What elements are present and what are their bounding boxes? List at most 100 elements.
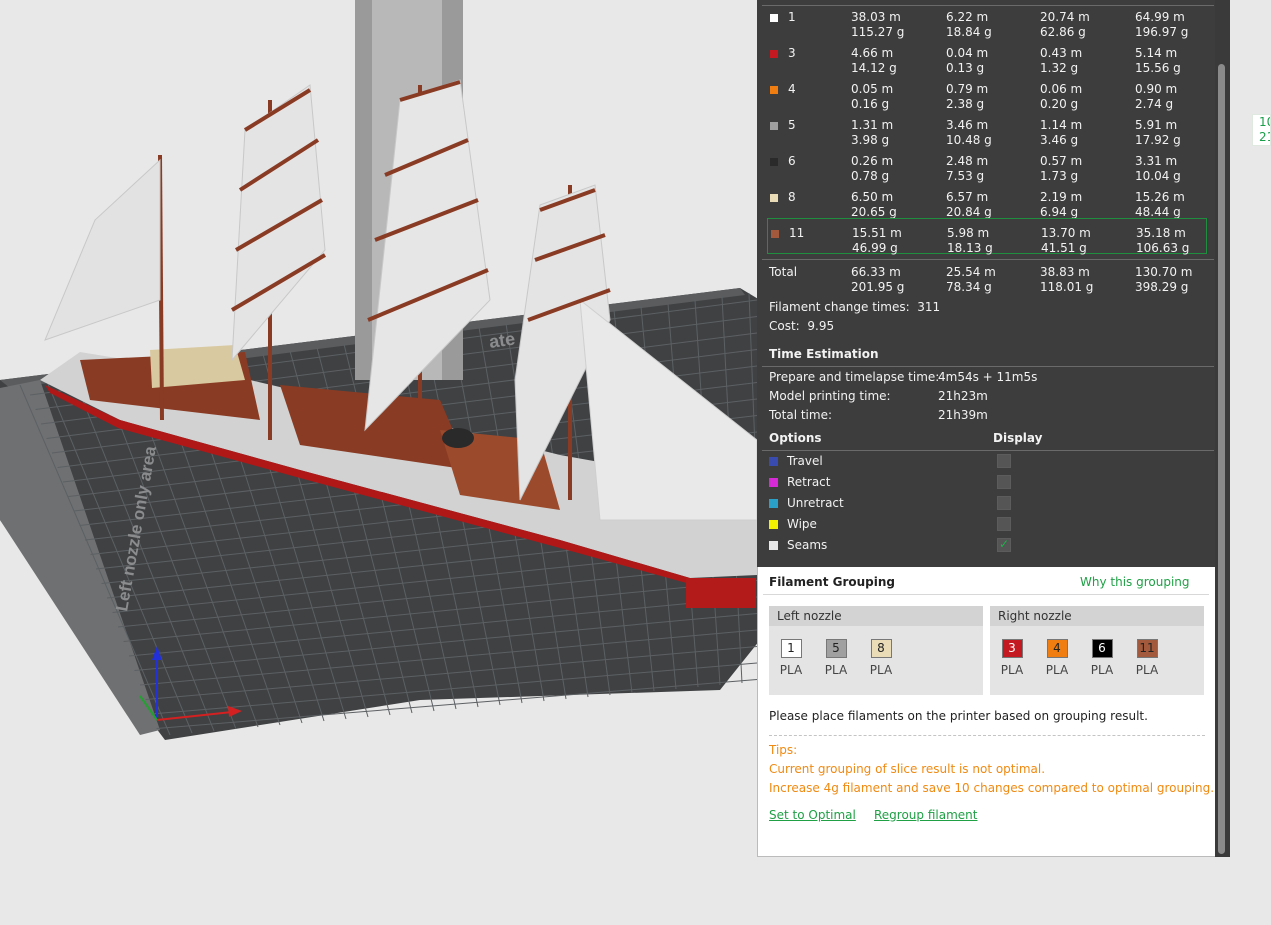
- filament-swatch: [771, 230, 779, 238]
- time-divider: [762, 366, 1214, 367]
- filament-length: 0.57 m: [1040, 154, 1083, 168]
- filament-length: 3.31 m: [1135, 154, 1178, 168]
- tips-title: Tips:: [769, 743, 798, 757]
- scene-svg: Left nozzle only area ate: [0, 0, 757, 740]
- filament-cell-c4: 5.14 m 15.56 g: [1135, 46, 1181, 76]
- filament-id: 6: [788, 154, 796, 168]
- filament-length: 6.57 m: [946, 190, 989, 204]
- filament-cell-c2: 3.46 m 10.48 g: [946, 118, 992, 148]
- filament-length: 2.48 m: [946, 154, 989, 168]
- grouped-filament-4[interactable]: 4 PLA: [1037, 639, 1077, 677]
- wipe-display-checkbox[interactable]: [997, 517, 1011, 531]
- grouped-filament-5[interactable]: 5 PLA: [816, 639, 856, 677]
- filament-weight: 2.74 g: [1135, 97, 1174, 111]
- grouped-filament-8[interactable]: 8 PLA: [861, 639, 901, 677]
- filament-swatch: [770, 158, 778, 166]
- 3d-viewport[interactable]: Left nozzle only area ate: [0, 0, 757, 925]
- filament-length: 0.79 m: [946, 82, 989, 96]
- filament-cell-c4: 35.18 m 106.63 g: [1136, 226, 1189, 256]
- slice-stats-panel: 1 38.03 m 115.27 g 6.22 m 18.84 g 20.74 m 62.8…: [757, 0, 1215, 567]
- filament-weight: 46.99 g: [852, 241, 898, 255]
- filament-cell-c4: 0.90 m 2.74 g: [1135, 82, 1177, 112]
- panel-scrollbar-thumb[interactable]: [1218, 64, 1225, 854]
- retract-display-checkbox[interactable]: [997, 475, 1011, 489]
- retract-label: Retract: [787, 475, 831, 489]
- filament-cell-c3: 0.43 m 1.32 g: [1040, 46, 1082, 76]
- filament-id: 1: [788, 10, 796, 24]
- unretract-label: Unretract: [787, 496, 844, 510]
- grouped-filament-11[interactable]: 11 PLA: [1127, 639, 1167, 677]
- filament-chip: 1: [780, 639, 802, 658]
- filament-chip: 3: [1001, 639, 1023, 658]
- options-divider: [762, 450, 1214, 451]
- sail-1: [44, 158, 161, 341]
- filament-length: 15.51 m: [852, 226, 902, 240]
- total-c2-wt: 78.34 g: [946, 280, 992, 294]
- regroup-filament-link[interactable]: Regroup filament: [874, 808, 977, 822]
- right-nozzle-header: Right nozzle: [990, 606, 1204, 626]
- filament-weight: 18.13 g: [947, 241, 993, 255]
- filament-chip: 6: [1091, 639, 1113, 658]
- option-travel: Travel: [769, 453, 1209, 471]
- filament-swatch: [770, 50, 778, 58]
- filament-row-11[interactable]: 11 15.51 m 46.99 g 5.98 m 18.13 g 13.70 m 41.5…: [767, 218, 1207, 256]
- prepare-time-value: 4m54s + 11m5s: [938, 370, 1038, 384]
- option-wipe: Wipe: [769, 516, 1209, 534]
- filament-row-1[interactable]: 1 38.03 m 115.27 g 6.22 m 18.84 g 20.74 m 62.8…: [767, 7, 1207, 41]
- filament-row-5[interactable]: 5 1.31 m 3.98 g 3.46 m 10.48 g 1.14 m 3.46 g 5.…: [767, 115, 1207, 149]
- filament-weight: 10.04 g: [1135, 169, 1181, 183]
- filament-cell-c3: 20.74 m 62.86 g: [1040, 10, 1090, 40]
- panel-scrollbar[interactable]: [1215, 0, 1230, 857]
- unretract-display-checkbox[interactable]: [997, 496, 1011, 510]
- option-seams: Seams ✓: [769, 537, 1209, 555]
- filament-length: 1.14 m: [1040, 118, 1083, 132]
- total-c3-wt: 118.01 g: [1040, 280, 1094, 294]
- filament-cell-c3: 0.57 m 1.73 g: [1040, 154, 1082, 184]
- travel-display-checkbox[interactable]: [997, 454, 1011, 468]
- filament-cell-c2: 6.57 m 20.84 g: [946, 190, 992, 220]
- grouping-divider: [763, 594, 1209, 595]
- set-to-optimal-link[interactable]: Set to Optimal: [769, 808, 856, 822]
- filament-material: PLA: [1000, 663, 1024, 677]
- retract-color-swatch: [769, 478, 778, 487]
- filament-cell-c2: 2.48 m 7.53 g: [946, 154, 988, 184]
- filament-length: 6.50 m: [851, 190, 894, 204]
- filament-length: 13.70 m: [1041, 226, 1091, 240]
- filament-length: 5.14 m: [1135, 46, 1178, 60]
- right-nozzle-label: Right nozzle: [998, 609, 1072, 623]
- filament-cell-c1: 6.50 m 20.65 g: [851, 190, 897, 220]
- filament-length: 0.06 m: [1040, 82, 1083, 96]
- grouped-filament-1[interactable]: 1 PLA: [771, 639, 811, 677]
- ship-funnel: [442, 428, 474, 448]
- filament-length: 4.66 m: [851, 46, 894, 60]
- seams-display-checkbox[interactable]: ✓: [997, 537, 1011, 552]
- filament-material: PLA: [1045, 663, 1069, 677]
- filament-swatch: [770, 122, 778, 130]
- filament-length: 1.31 m: [851, 118, 894, 132]
- filament-cell-c1: 1.31 m 3.98 g: [851, 118, 893, 148]
- filament-weight: 115.27 g: [851, 25, 905, 39]
- filament-length: 6.22 m: [946, 10, 989, 24]
- filament-length: 5.98 m: [947, 226, 990, 240]
- filament-cell-c3: 1.14 m 3.46 g: [1040, 118, 1082, 148]
- filament-row-6[interactable]: 6 0.26 m 0.78 g 2.48 m 7.53 g 0.57 m 1.73 g 3.3…: [767, 151, 1207, 185]
- display-title: Display: [993, 431, 1043, 445]
- option-retract: Retract: [769, 474, 1209, 492]
- filament-swatch: [770, 194, 778, 202]
- filament-id: 5: [788, 118, 796, 132]
- filament-change-times: Filament change times: 311: [769, 300, 940, 315]
- filament-row-4[interactable]: 4 0.05 m 0.16 g 0.79 m 2.38 g 0.06 m 0.20 g 0.9…: [767, 79, 1207, 113]
- grouped-filament-3[interactable]: 3 PLA: [992, 639, 1032, 677]
- filament-weight: 196.97 g: [1135, 25, 1189, 39]
- total-divider: [762, 259, 1214, 260]
- filament-chip: 5: [825, 639, 847, 658]
- filament-material: PLA: [1090, 663, 1114, 677]
- filament-row-8[interactable]: 8 6.50 m 20.65 g 6.57 m 20.84 g 2.19 m 6.94 g 1…: [767, 187, 1207, 221]
- filament-length: 15.26 m: [1135, 190, 1185, 204]
- filament-row-3[interactable]: 3 4.66 m 14.12 g 0.04 m 0.13 g 0.43 m 1.32 g 5.…: [767, 43, 1207, 77]
- model-time-value: 21h23m: [938, 389, 988, 403]
- grouped-filament-6[interactable]: 6 PLA: [1082, 639, 1122, 677]
- filament-cell-c1: 0.26 m 0.78 g: [851, 154, 893, 184]
- tips-divider: [769, 735, 1205, 736]
- why-this-grouping-link[interactable]: Why this grouping: [1080, 575, 1190, 589]
